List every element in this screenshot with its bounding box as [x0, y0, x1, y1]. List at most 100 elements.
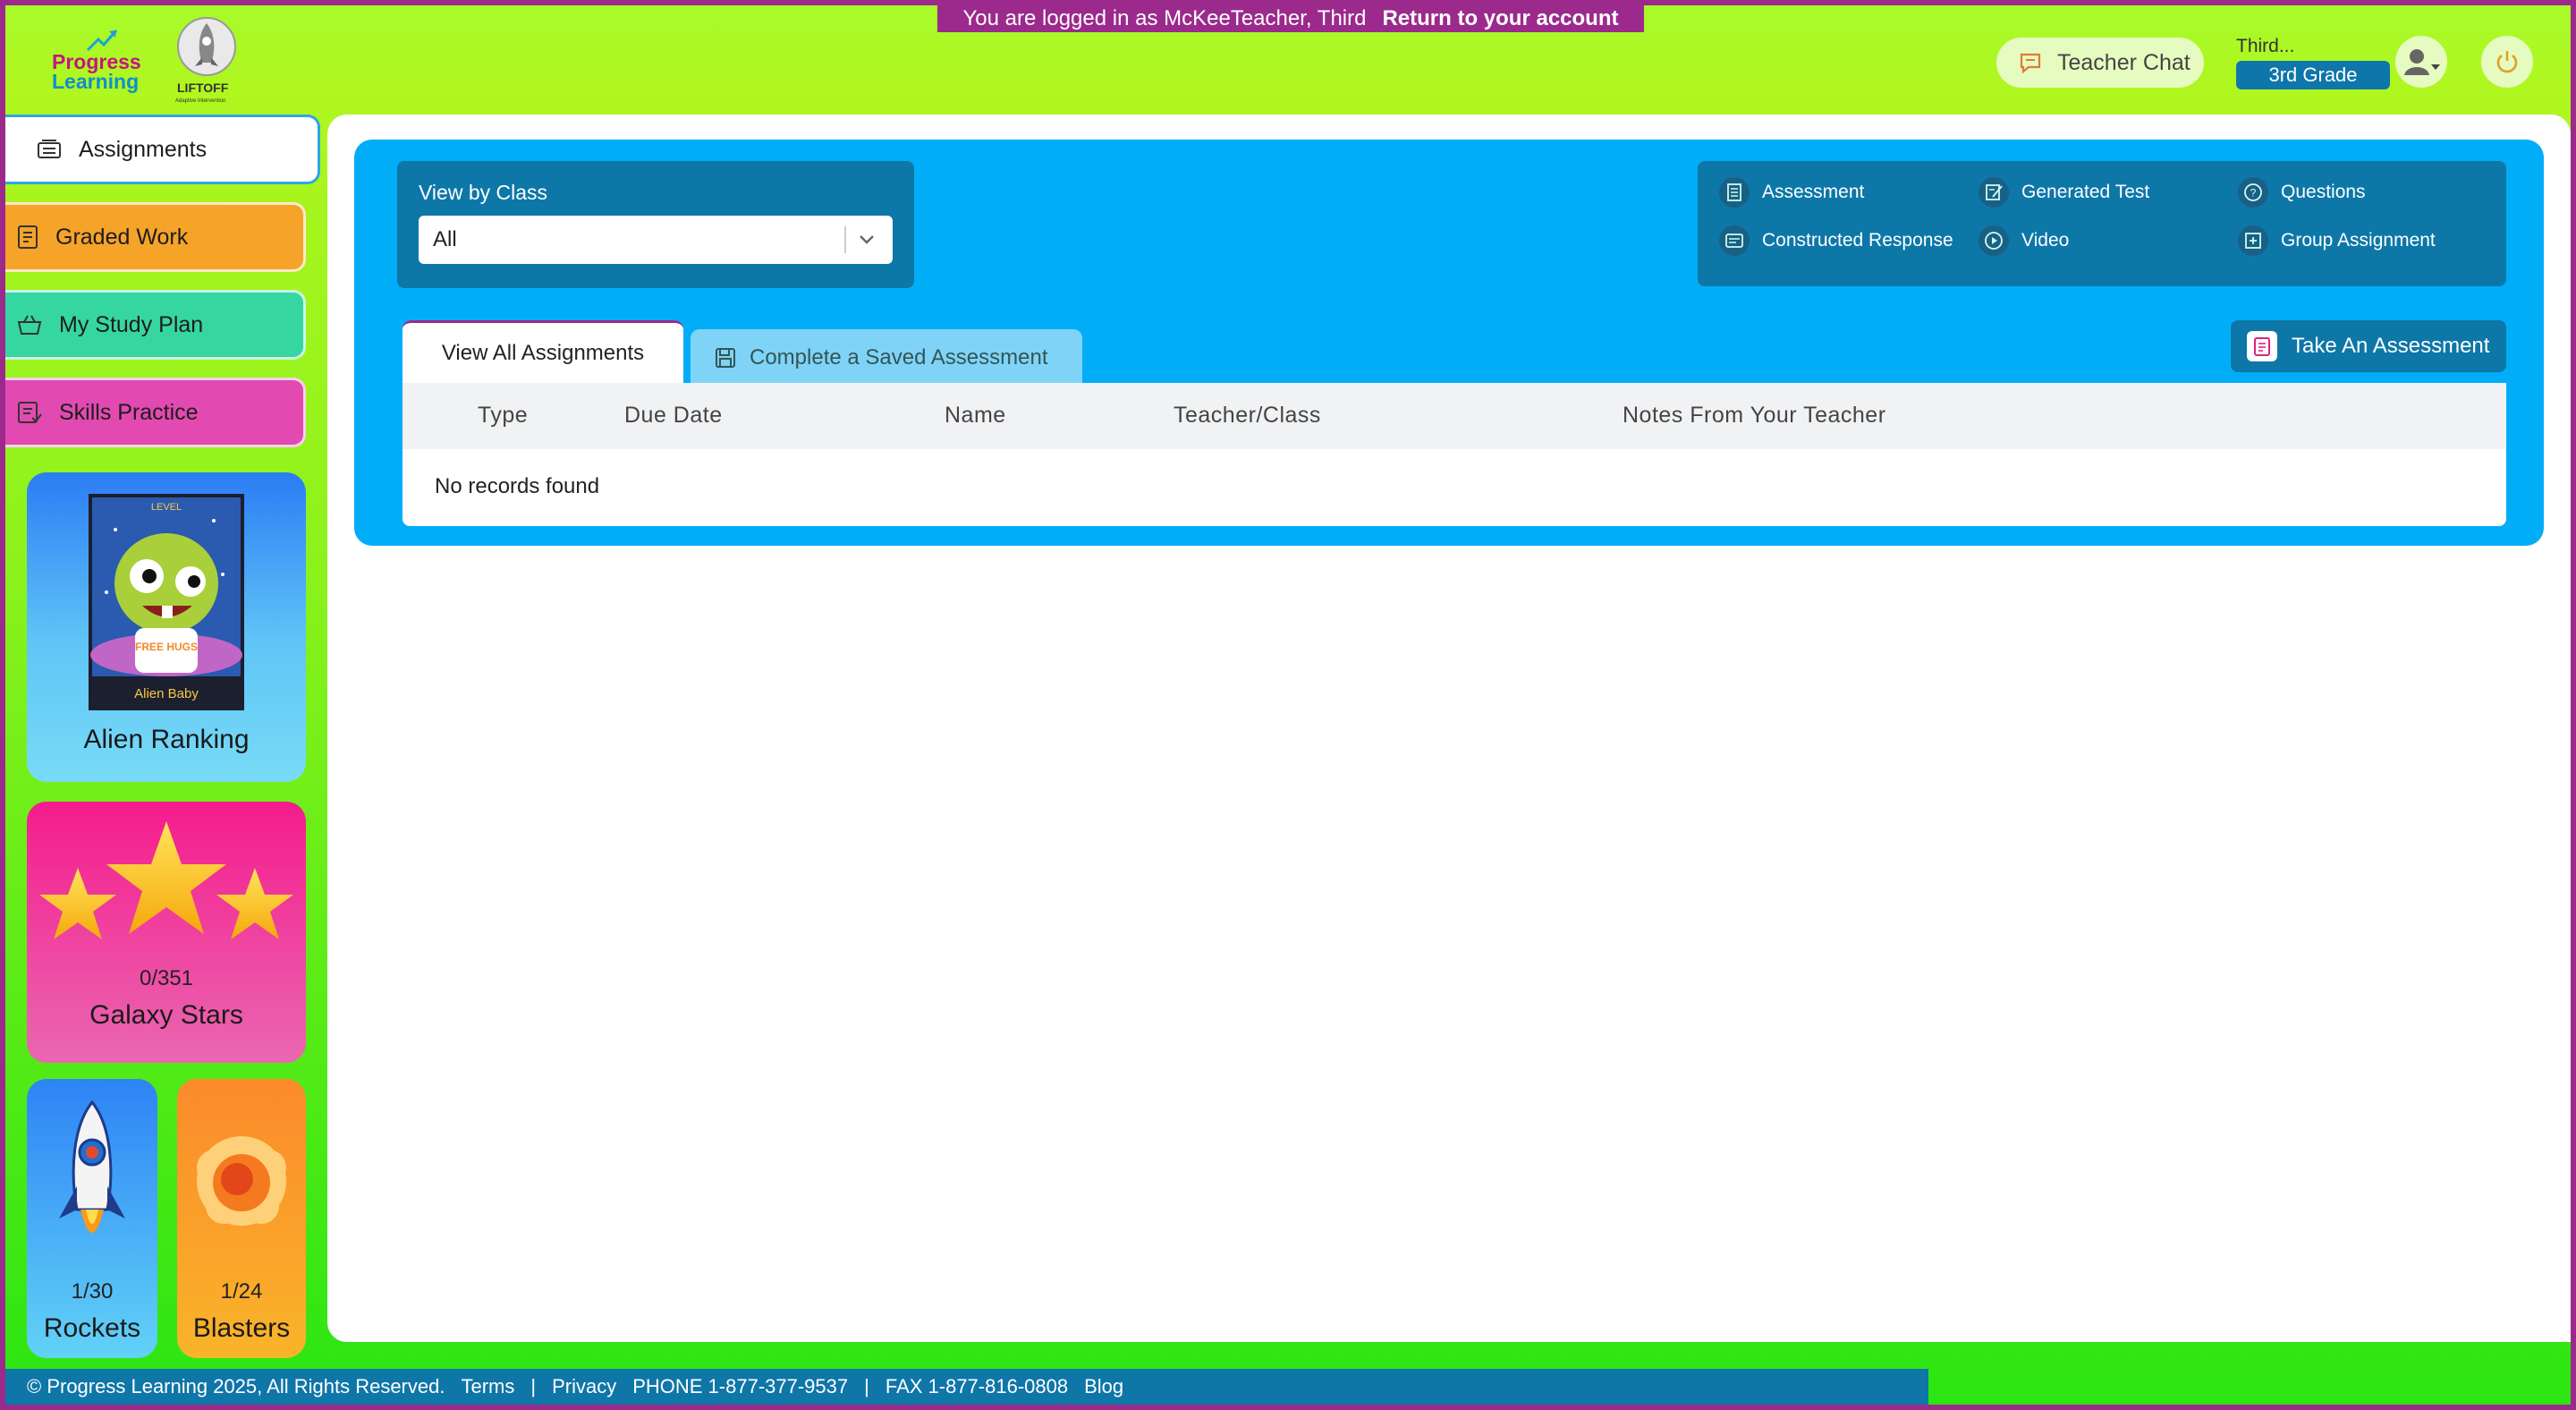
rockets-label: Rockets — [43, 1313, 141, 1343]
sidebar-item-label: Assignments — [79, 136, 208, 162]
liftoff-logo[interactable]: LIFTOFF Adaptive Intervention — [172, 16, 242, 113]
skills-practice-icon — [18, 402, 42, 423]
legend-label: Assessment — [1762, 182, 1865, 202]
alien-ranking-label: Alien Ranking — [83, 725, 250, 754]
footer-fax: FAX 1-877-816-0808 — [885, 1375, 1069, 1397]
rocket-icon — [59, 1100, 125, 1233]
column-header-notes[interactable]: Notes From Your Teacher — [1623, 403, 1886, 429]
legend-questions: ? Questions — [2238, 177, 2366, 208]
galaxy-stars-label: Galaxy Stars — [89, 1000, 243, 1030]
assessment-icon — [1719, 177, 1750, 208]
blasters-label: Blasters — [192, 1313, 291, 1343]
logo-liftoff-text: LIFTOFF — [177, 81, 229, 95]
generated-test-icon — [1979, 177, 2009, 208]
alien-card-top-text: LEVEL — [151, 502, 182, 513]
logo-progress-text: Progress — [52, 50, 141, 73]
view-by-class-label: View by Class — [419, 181, 548, 204]
class-select[interactable]: All — [419, 216, 893, 264]
teacher-chat-button[interactable]: Teacher Chat — [1996, 38, 2204, 88]
stars-icon — [39, 821, 293, 939]
group-assignment-icon — [2238, 225, 2268, 256]
sidebar-item-skills-practice[interactable]: Skills Practice — [5, 378, 306, 447]
table-header: Type Due Date Name Teacher/Class Notes F… — [402, 383, 2506, 449]
select-separator — [844, 226, 846, 253]
power-icon — [2496, 51, 2518, 73]
questions-icon: ? — [2238, 177, 2268, 208]
chevron-down-icon — [860, 235, 874, 244]
save-disk-icon — [716, 348, 735, 368]
blaster-explosion-icon — [197, 1136, 286, 1226]
user-menu-button[interactable] — [2395, 36, 2447, 88]
sidebar-item-label: Graded Work — [55, 224, 189, 250]
tab-complete-saved-assessment[interactable]: Complete a Saved Assessment — [691, 329, 1082, 386]
table-body: No records found — [402, 449, 2506, 526]
graded-work-icon — [18, 225, 38, 249]
galaxy-stars-count: 0/351 — [139, 966, 194, 990]
footer-terms-link[interactable]: Terms — [461, 1375, 514, 1398]
chat-bubble-icon — [2020, 53, 2041, 74]
sidebar-item-my-study-plan[interactable]: My Study Plan — [5, 290, 306, 360]
sidebar-item-label: My Study Plan — [59, 311, 204, 337]
legend-group-assignment: Group Assignment — [2238, 225, 2436, 256]
alien-baby-card-image: LEVEL FREE HUGS Alien Baby — [89, 494, 244, 710]
svg-text:?: ? — [2250, 187, 2257, 200]
take-an-assessment-button[interactable]: Take An Assessment — [2231, 320, 2506, 372]
legend-video: Video — [1979, 225, 2069, 256]
column-header-teacher-class[interactable]: Teacher/Class — [1174, 403, 1321, 429]
user-name: Third... — [2236, 36, 2295, 56]
footer-separator: | — [530, 1375, 537, 1397]
alien-ranking-card[interactable]: LEVEL FREE HUGS Alien Baby Alien Ranking — [27, 472, 306, 782]
blasters-card[interactable]: 1/24 Blasters — [177, 1079, 306, 1358]
impersonation-text: You are logged in as McKeeTeacher, Third — [962, 6, 1367, 30]
assignments-icon — [38, 140, 61, 158]
class-select-value: All — [433, 227, 457, 251]
footer: © Progress Learning 2025, All Rights Res… — [5, 1369, 1928, 1405]
footer-privacy-link[interactable]: Privacy — [552, 1375, 616, 1398]
tab-label: View All Assignments — [441, 340, 645, 365]
view-by-class-filter: View by Class All — [397, 161, 914, 288]
user-avatar-icon — [2404, 49, 2440, 75]
progress-learning-logo[interactable]: Progress Learning — [45, 25, 152, 106]
assignments-table: Type Due Date Name Teacher/Class Notes F… — [402, 383, 2506, 526]
take-an-assessment-label: Take An Assessment — [2292, 334, 2490, 358]
logo-learning-text: Learning — [52, 70, 140, 93]
assessment-clipboard-icon — [2247, 331, 2277, 361]
column-header-name[interactable]: Name — [945, 403, 1006, 429]
legend-label: Video — [2021, 230, 2070, 251]
footer-blog-link[interactable]: Blog — [1084, 1375, 1123, 1398]
sidebar-item-graded-work[interactable]: Graded Work — [5, 202, 306, 272]
impersonation-banner: You are logged in as McKeeTeacher, Third… — [937, 5, 1644, 32]
footer-phone: PHONE 1-877-377-9537 — [632, 1375, 849, 1397]
sidebar-item-label: Skills Practice — [59, 399, 199, 425]
rockets-card[interactable]: 1/30 Rockets — [27, 1079, 157, 1358]
legend-assessment: Assessment — [1719, 177, 1864, 208]
study-plan-icon — [17, 315, 42, 335]
column-header-due-date[interactable]: Due Date — [624, 403, 723, 429]
legend-label: Questions — [2281, 182, 2366, 202]
teacher-chat-label: Teacher Chat — [2057, 49, 2190, 75]
legend-label: Generated Test — [2021, 182, 2150, 202]
tab-view-all-assignments[interactable]: View All Assignments — [402, 320, 683, 383]
column-header-type[interactable]: Type — [478, 403, 528, 429]
galaxy-stars-card[interactable]: 0/351 Galaxy Stars — [27, 802, 306, 1063]
return-to-account-link[interactable]: Return to your account — [1382, 6, 1618, 31]
assignment-type-legend: Assessment Generated Test ? Questions Co… — [1698, 161, 2506, 286]
legend-generated-test: Generated Test — [1979, 177, 2149, 208]
app-frame: You are logged in as McKeeTeacher, Third… — [5, 5, 2571, 1405]
alien-card-name: Alien Baby — [134, 686, 199, 701]
logout-button[interactable] — [2481, 36, 2533, 88]
rockets-count: 1/30 — [71, 1279, 114, 1304]
video-icon — [1979, 225, 2009, 256]
alien-card-shirt-text: FREE HUGS — [135, 641, 198, 653]
legend-label: Constructed Response — [1762, 230, 1953, 251]
constructed-response-icon — [1719, 225, 1750, 256]
rocket-badge-icon — [177, 17, 236, 76]
blasters-count: 1/24 — [220, 1279, 263, 1304]
footer-separator: | — [864, 1375, 869, 1397]
tab-label: Complete a Saved Assessment — [750, 345, 1048, 369]
sidebar-item-assignments[interactable]: Assignments — [5, 115, 320, 184]
footer-copyright: © Progress Learning 2025, All Rights Res… — [27, 1375, 445, 1397]
logo-liftoff-subtitle: Adaptive Intervention — [175, 98, 226, 104]
legend-label: Group Assignment — [2281, 230, 2436, 251]
grade-badge: 3rd Grade — [2236, 61, 2390, 89]
